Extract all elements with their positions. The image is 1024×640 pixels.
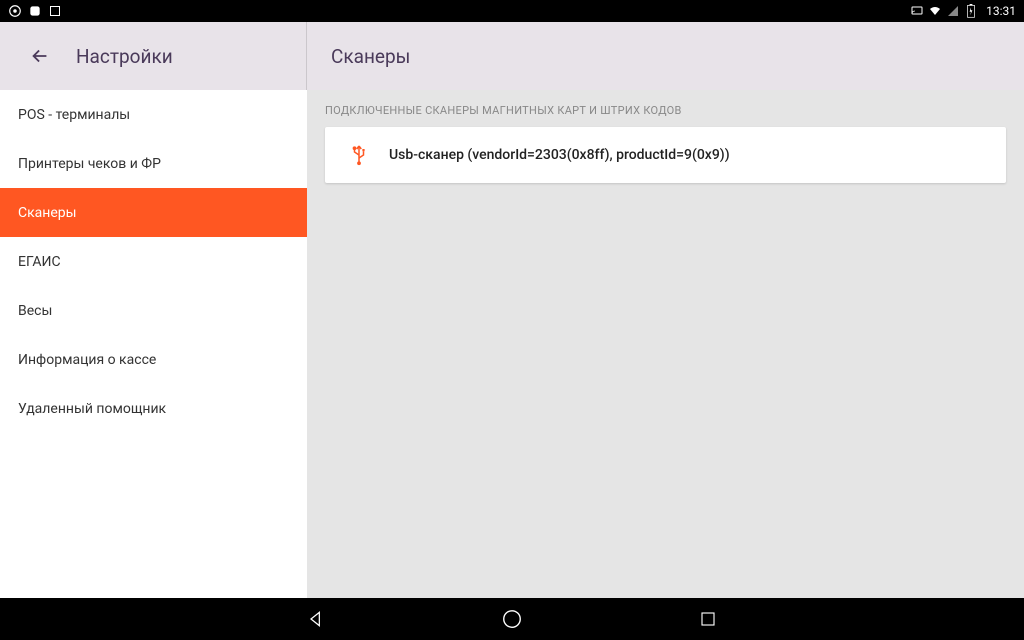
signal-icon xyxy=(946,4,960,18)
device-card[interactable]: Usb-сканер (vendorId=2303(0x8ff), produc… xyxy=(325,127,1006,183)
status-left xyxy=(8,4,62,18)
content-area: ПОДКЛЮЧЕННЫЕ СКАНЕРЫ МАГНИТНЫХ КАРТ И ШТ… xyxy=(307,90,1024,598)
header-bar: Настройки Сканеры xyxy=(0,22,1024,90)
sidebar-item-info[interactable]: Информация о кассе xyxy=(0,335,307,384)
sidebar-item-label: Принтеры чеков и ФР xyxy=(18,156,161,172)
sidebar-item-label: Удаленный помощник xyxy=(18,401,166,417)
status-time: 13:31 xyxy=(986,4,1016,18)
sidebar-item-pos[interactable]: POS - терминалы xyxy=(0,90,307,139)
sidebar: POS - терминалы Принтеры чеков и ФР Скан… xyxy=(0,90,307,598)
nav-bar xyxy=(0,598,1024,640)
sidebar-item-label: Весы xyxy=(18,303,52,319)
sidebar-item-printers[interactable]: Принтеры чеков и ФР xyxy=(0,139,307,188)
battery-icon xyxy=(964,4,978,18)
header-right: Сканеры xyxy=(307,45,1024,68)
sidebar-item-label: ЕГАИС xyxy=(18,254,61,270)
device-label: Usb-сканер (vendorId=2303(0x8ff), produc… xyxy=(389,147,730,163)
sidebar-item-scanners[interactable]: Сканеры xyxy=(0,188,307,237)
status-right: 13:31 xyxy=(910,4,1016,18)
section-label: ПОДКЛЮЧЕННЫЕ СКАНЕРЫ МАГНИТНЫХ КАРТ И ШТ… xyxy=(325,104,1006,117)
sidebar-item-egais[interactable]: ЕГАИС xyxy=(0,237,307,286)
sidebar-item-remote[interactable]: Удаленный помощник xyxy=(0,384,307,433)
app-icon xyxy=(28,4,42,18)
sidebar-item-label: POS - терминалы xyxy=(18,107,130,123)
app-icon-2 xyxy=(48,4,62,18)
header-left: Настройки xyxy=(0,22,307,90)
page-title-left: Настройки xyxy=(76,45,173,68)
wifi-icon xyxy=(928,4,942,18)
sidebar-item-scales[interactable]: Весы xyxy=(0,286,307,335)
nav-recent-button[interactable] xyxy=(695,606,721,632)
search-icon xyxy=(8,4,22,18)
cast-icon xyxy=(910,4,924,18)
nav-home-button[interactable] xyxy=(499,606,525,632)
nav-back-button[interactable] xyxy=(303,606,329,632)
sidebar-item-label: Информация о кассе xyxy=(18,352,156,368)
usb-icon xyxy=(343,143,375,167)
sidebar-item-label: Сканеры xyxy=(18,205,77,221)
status-bar: 13:31 xyxy=(0,0,1024,22)
back-button[interactable] xyxy=(20,36,60,76)
page-title-right: Сканеры xyxy=(331,45,410,68)
